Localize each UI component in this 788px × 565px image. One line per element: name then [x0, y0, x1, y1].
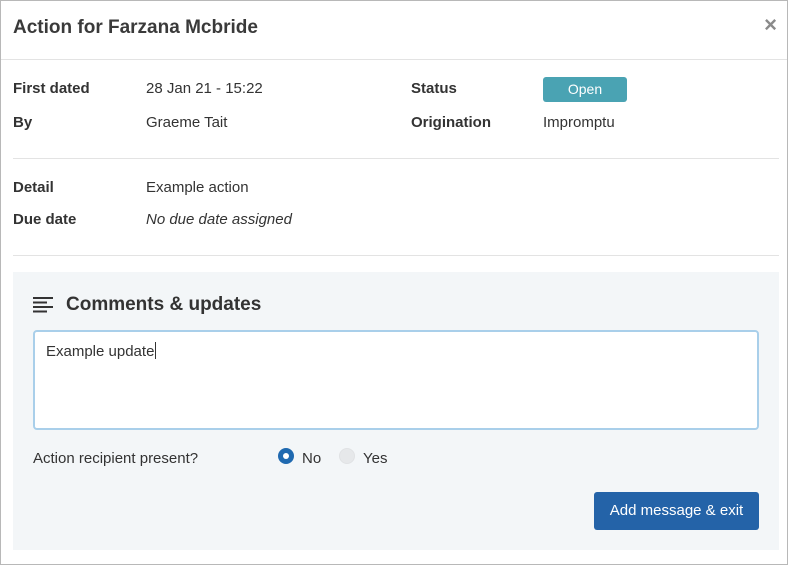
due-date-label: Due date [13, 211, 77, 228]
first-dated-value: 28 Jan 21 - 15:22 [146, 80, 263, 97]
divider [13, 255, 779, 256]
comment-textarea[interactable]: Example update [33, 330, 759, 430]
radio-yes-label[interactable]: Yes [363, 450, 387, 467]
first-dated-label: First dated [13, 80, 90, 97]
radio-no-label[interactable]: No [302, 450, 321, 467]
radio-yes[interactable] [339, 448, 355, 464]
text-caret [155, 342, 157, 359]
action-modal: Action for Farzana Mcbride × First dated… [0, 0, 788, 565]
add-message-exit-button[interactable]: Add message & exit [594, 492, 759, 530]
comments-heading: Comments & updates [66, 294, 262, 315]
by-label: By [13, 114, 33, 131]
divider [13, 158, 779, 159]
due-date-value: No due date assigned [146, 211, 292, 228]
close-icon[interactable]: × [764, 13, 777, 37]
radio-no[interactable] [278, 448, 294, 464]
status-badge: Open [543, 77, 627, 102]
comments-panel: Comments & updates Example update Action… [13, 272, 779, 550]
detail-label: Detail [13, 179, 54, 196]
text-align-left-icon [33, 297, 53, 313]
detail-value: Example action [146, 179, 249, 196]
status-label: Status [411, 80, 457, 97]
by-value: Graeme Tait [146, 114, 228, 131]
modal-title: Action for Farzana Mcbride [13, 17, 258, 38]
origination-value: Impromptu [543, 114, 615, 131]
origination-label: Origination [411, 114, 491, 131]
modal-header: Action for Farzana Mcbride × [1, 1, 787, 60]
recipient-present-label: Action recipient present? [33, 450, 199, 467]
comment-text: Example update [46, 342, 157, 360]
